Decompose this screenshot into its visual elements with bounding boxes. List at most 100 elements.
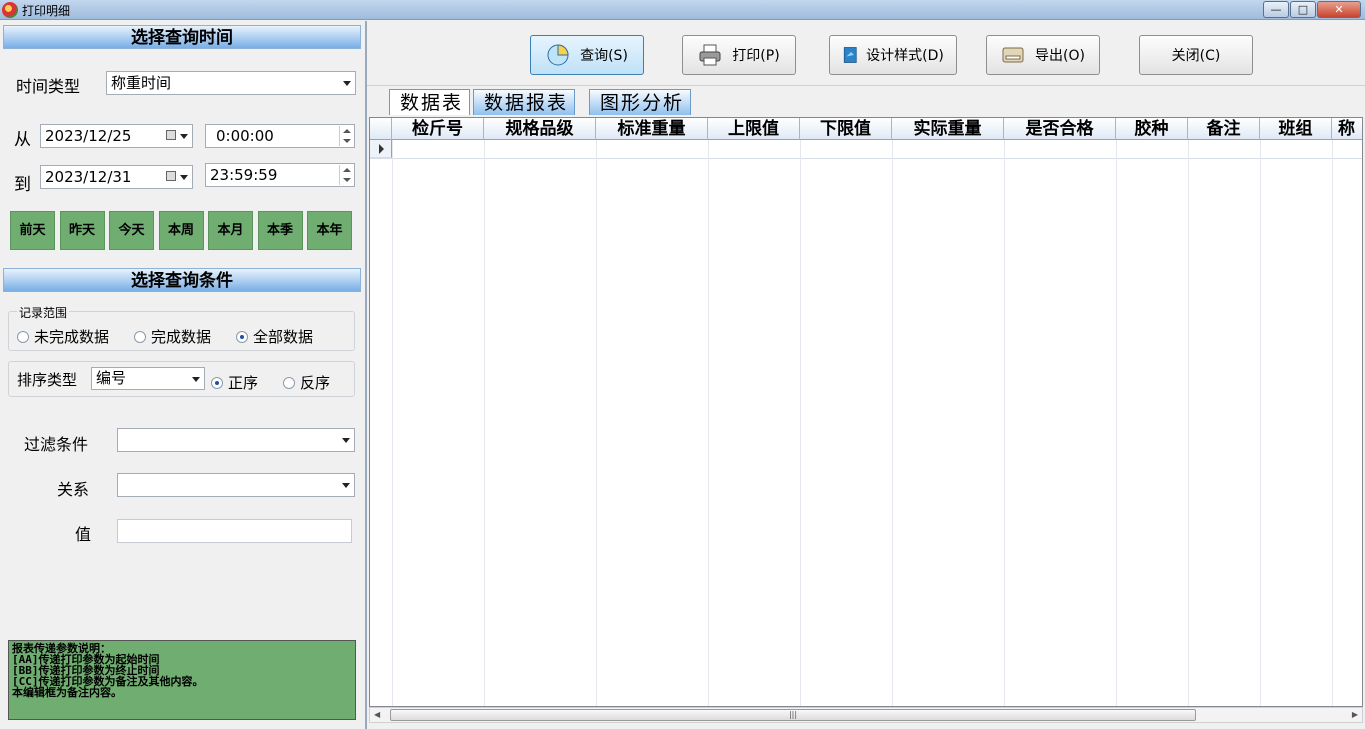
quick-this-month-button[interactable]: 本月	[208, 211, 253, 250]
column-header[interactable]: 实际重量	[892, 118, 1004, 140]
design-style-label: 设计样式(D)	[866, 48, 944, 64]
column-divider	[1188, 140, 1189, 706]
column-header[interactable]: 上限值	[708, 118, 800, 140]
grid-header-row: 检斤号 规格品级 标准重量 上限值 下限值 实际重量 是否合格 胶种 备注 班组…	[370, 118, 1362, 140]
column-header[interactable]: 称	[1332, 118, 1362, 140]
from-date-picker[interactable]: 2023/12/25	[40, 124, 193, 148]
export-button[interactable]: 导出(O)	[986, 35, 1100, 75]
from-time-input[interactable]: 0:00:00	[205, 124, 355, 148]
column-header[interactable]: 胶种	[1116, 118, 1188, 140]
from-date-value: 2023/12/25	[45, 127, 132, 145]
scroll-right-icon[interactable]: ▶	[1352, 710, 1358, 719]
quick-day-before-yesterday-button[interactable]: 前天	[10, 211, 55, 250]
app-icon	[2, 2, 18, 18]
notes-textarea[interactable]: 报表传递参数说明： [AA]传递打印参数为起始时间 [BB]传递打印参数为终止时间[…	[8, 640, 356, 720]
column-header[interactable]: 标准重量	[596, 118, 708, 140]
radio-label: 全部数据	[253, 328, 314, 346]
column-divider	[596, 140, 597, 706]
window-controls: — □ ✕	[1262, 1, 1361, 18]
close-window-button[interactable]: ✕	[1317, 1, 1361, 18]
horizontal-scrollbar[interactable]: ◀ ||| ▶	[369, 707, 1363, 723]
tab-data-report[interactable]: 数据报表	[473, 89, 576, 115]
sort-group: 排序类型 编号 正序 反序	[8, 361, 355, 397]
calendar-icon	[166, 130, 176, 140]
column-header[interactable]: 规格品级	[484, 118, 596, 140]
from-time-value: 0:00:00	[216, 127, 274, 145]
column-divider	[1332, 140, 1333, 706]
radio-label: 未完成数据	[34, 328, 110, 346]
column-divider	[708, 140, 709, 706]
column-divider	[1004, 140, 1005, 706]
chevron-down-icon	[192, 377, 200, 382]
grid-corner	[370, 118, 392, 140]
design-style-button[interactable]: 设计样式(D)	[829, 35, 957, 75]
quick-this-year-button[interactable]: 本年	[307, 211, 352, 250]
time-type-value: 称重时间	[111, 74, 172, 92]
quick-this-quarter-button[interactable]: 本季	[257, 211, 303, 250]
column-divider	[1116, 140, 1117, 706]
radio-dot-icon	[134, 330, 146, 343]
time-spinner-icon[interactable]	[339, 126, 353, 146]
radio-all-data[interactable]: 全部数据	[236, 326, 313, 347]
scroll-thumb[interactable]: |||	[390, 709, 1196, 721]
to-time-input[interactable]: 23:59:59	[205, 163, 355, 187]
radio-complete-data[interactable]: 完成数据	[134, 326, 211, 347]
sort-select[interactable]: 编号	[91, 367, 205, 390]
calendar-icon	[166, 171, 176, 181]
column-divider	[1260, 140, 1261, 706]
tab-bar: 数据表 数据报表 图形分析	[367, 87, 1365, 115]
radio-descending[interactable]: 反序	[283, 372, 330, 393]
tab-graph-analysis[interactable]: 图形分析	[589, 89, 692, 115]
radio-dot-selected-icon	[211, 376, 223, 389]
export-label: 导出(O)	[1035, 48, 1085, 64]
time-type-label: 时间类型	[16, 77, 81, 96]
column-header[interactable]: 下限值	[800, 118, 892, 140]
filter-select[interactable]	[117, 428, 355, 452]
sort-value: 编号	[96, 369, 127, 387]
radio-dot-selected-icon	[236, 330, 248, 343]
window-title: 打印明细	[22, 4, 71, 18]
column-header[interactable]: 班组	[1260, 118, 1332, 140]
column-header[interactable]: 是否合格	[1004, 118, 1116, 140]
time-section-header: 选择查询时间	[3, 25, 361, 49]
record-range-group: 记录范围 未完成数据 完成数据 全部数据	[8, 304, 355, 351]
column-divider	[484, 140, 485, 706]
radio-dot-icon	[283, 376, 295, 389]
row-selector-arrow-icon[interactable]	[370, 140, 392, 158]
query-button[interactable]: 查询(S)	[530, 35, 644, 75]
scroll-left-icon[interactable]: ◀	[374, 710, 380, 719]
quick-this-week-button[interactable]: 本周	[158, 211, 204, 250]
column-header[interactable]: 检斤号	[392, 118, 484, 140]
to-date-picker[interactable]: 2023/12/31	[40, 165, 193, 189]
grid-row-divider	[370, 158, 1362, 159]
tab-data-table[interactable]: 数据表	[389, 89, 471, 115]
close-button[interactable]: 关闭(C)	[1139, 35, 1253, 75]
toolbar-divider	[367, 85, 1365, 86]
print-button[interactable]: 打印(P)	[682, 35, 796, 75]
maximize-button[interactable]: □	[1290, 1, 1316, 18]
column-header[interactable]: 备注	[1188, 118, 1260, 140]
quick-today-button[interactable]: 今天	[109, 211, 154, 250]
time-type-select[interactable]: 称重时间	[106, 71, 356, 95]
radio-label: 正序	[228, 374, 259, 392]
title-bar: 打印明细 — □ ✕	[0, 0, 1365, 20]
quick-yesterday-button[interactable]: 昨天	[59, 211, 105, 250]
data-grid[interactable]: 检斤号 规格品级 标准重量 上限值 下限值 实际重量 是否合格 胶种 备注 班组…	[369, 117, 1363, 707]
time-spinner-icon[interactable]	[339, 165, 353, 185]
export-device-icon	[1002, 47, 1024, 63]
chevron-down-icon	[343, 81, 351, 86]
query-label: 查询(S)	[580, 48, 628, 64]
relation-select[interactable]	[117, 473, 355, 497]
record-range-title: 记录范围	[17, 304, 70, 321]
chevron-down-icon	[342, 438, 350, 443]
sort-label: 排序类型	[17, 371, 78, 389]
radio-ascending[interactable]: 正序	[211, 372, 258, 393]
filter-label: 过滤条件	[24, 435, 89, 454]
right-panel: 查询(S) 打印(P) 设计样式(D) 导出(O) 关闭(C) 数据表 数据报表…	[365, 21, 1365, 729]
value-input[interactable]	[117, 519, 352, 543]
book-icon	[844, 47, 857, 63]
chevron-down-icon	[180, 175, 188, 180]
minimize-button[interactable]: —	[1263, 1, 1289, 18]
radio-incomplete-data[interactable]: 未完成数据	[17, 326, 109, 347]
to-label: 到	[14, 175, 31, 195]
